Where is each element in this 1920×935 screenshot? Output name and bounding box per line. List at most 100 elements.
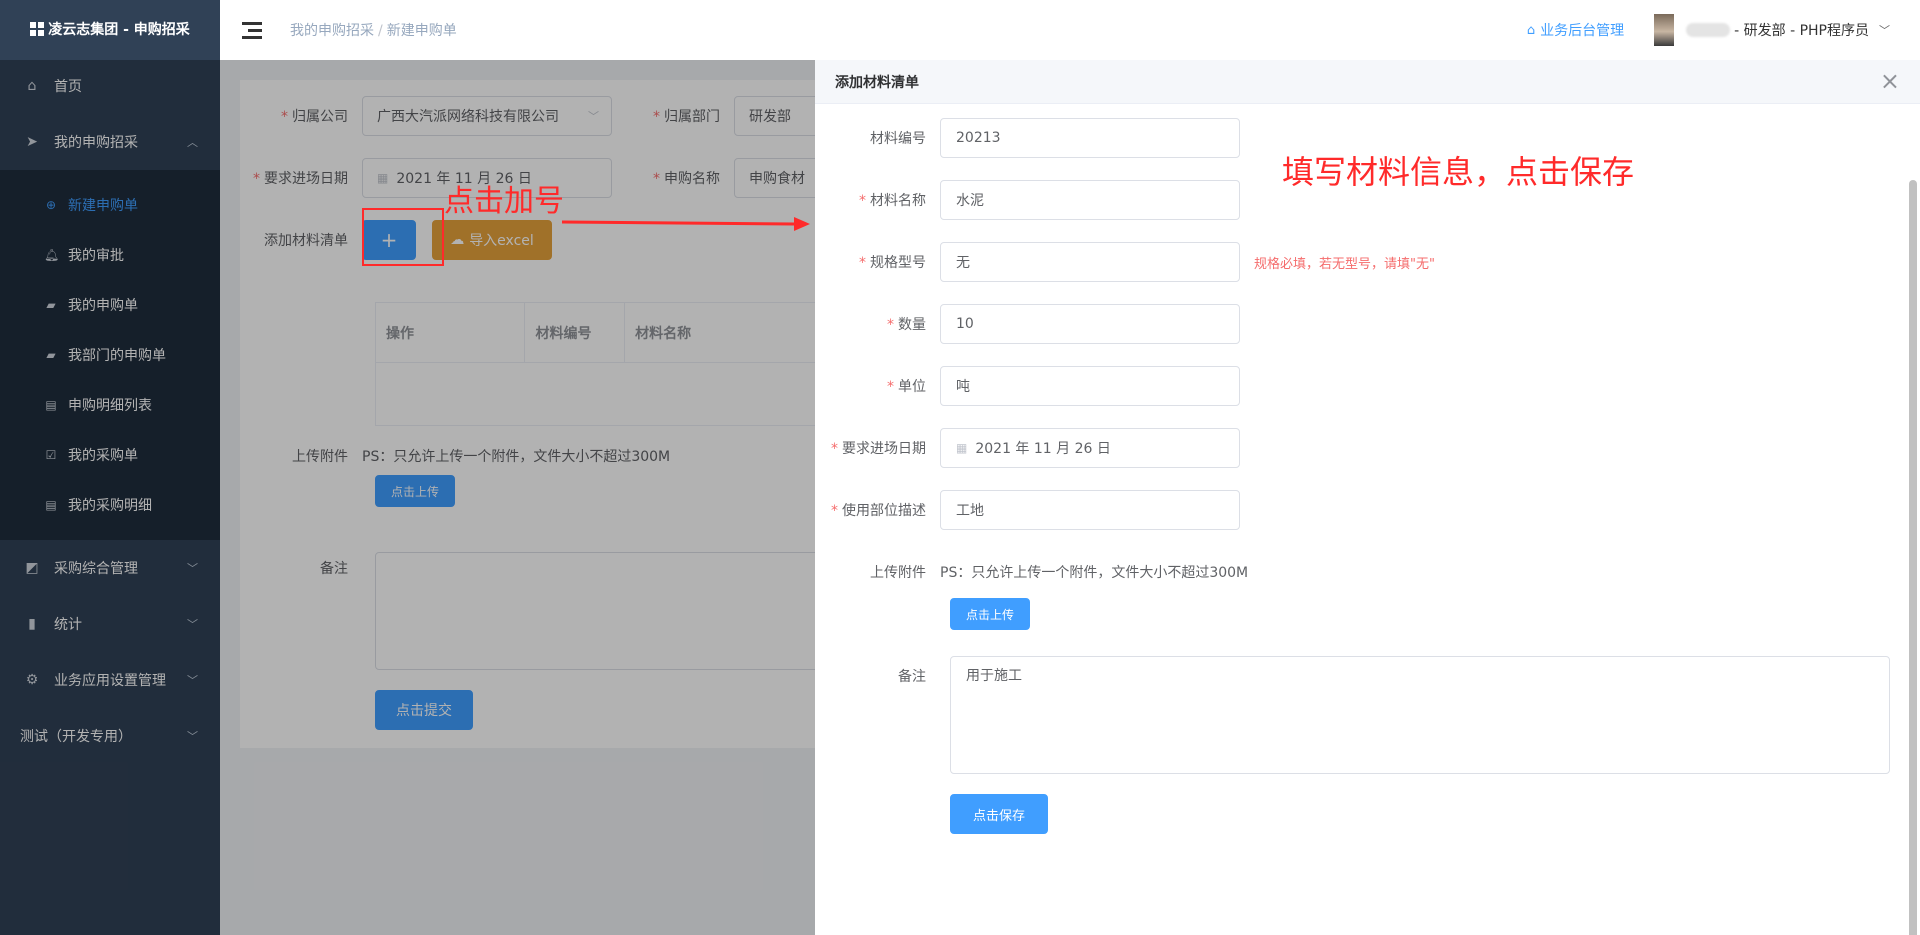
logo-icon — [30, 22, 45, 36]
sidebar-item-my-requests[interactable]: ▰ 我的申购单 — [0, 280, 220, 330]
quantity-row: * 数量 10 — [815, 304, 1240, 344]
material-code-label: 材料编号 — [870, 131, 926, 147]
annotation-fill-info: 填写材料信息，点击保存 — [1282, 153, 1635, 191]
home-icon: ⌂ — [27, 78, 37, 94]
user-menu[interactable]: - 研发部 - PHP程序员 ﹀ — [1686, 20, 1890, 40]
remark-row: 备注 — [240, 558, 362, 578]
drawer-upload-label: 上传附件 — [870, 565, 926, 581]
chevron-up-icon: ︿ — [187, 136, 198, 149]
spec-hint: 规格必填，若无型号，请填"无" — [1254, 256, 1435, 272]
breadcrumb: 我的申购招采 / 新建申购单 — [290, 23, 457, 39]
drawer-upload-button[interactable]: 点击上传 — [950, 598, 1030, 630]
sidebar-item-settings[interactable]: ⚙ 业务应用设置管理 ﹀ — [0, 652, 220, 708]
table-header-cell: 操作 — [376, 303, 526, 362]
home-icon: ⌂ — [1526, 22, 1536, 38]
import-excel-button[interactable]: ☁ 导入excel — [432, 220, 552, 260]
sidebar-item-my-approval[interactable]: 🔔︎ 我的审批 — [0, 230, 220, 280]
chevron-down-icon: ﹀ — [187, 730, 198, 743]
unit-row: * 单位 吨 — [815, 366, 1240, 406]
upload-row: 上传附件 PS：只允许上传一个附件，文件大小不超过300M — [240, 446, 670, 466]
material-code-input[interactable]: 20213 — [940, 118, 1240, 158]
chevron-down-icon: ﹀ — [588, 110, 599, 123]
sidebar: 凌云志集团 - 申购招采 ⌂ 首页 ➤ 我的申购招采 ︿ ⊕ 新建申购单 🔔︎ … — [0, 0, 220, 935]
chevron-down-icon: ﹀ — [187, 674, 198, 687]
material-code-row: 材料编号 20213 — [815, 118, 1240, 158]
quantity-input[interactable]: 10 — [940, 304, 1240, 344]
sidebar-item-my-purchase[interactable]: ➤ 我的申购招采 ︿ — [0, 114, 220, 170]
close-icon[interactable]: × — [1880, 68, 1900, 94]
sidebar-brand[interactable]: 凌云志集团 - 申购招采 — [0, 0, 220, 58]
bar-chart-icon: ▮ — [28, 616, 36, 632]
brand-title: 凌云志集团 - 申购招采 — [48, 22, 190, 38]
drawer-scrollbar[interactable] — [1909, 180, 1917, 935]
drawer-remark-label: 备注 — [898, 669, 926, 685]
sidebar-item-my-order-details[interactable]: ▤ 我的采购明细 — [0, 480, 220, 530]
table-header-cell: 材料编号 — [525, 303, 626, 362]
sidebar-item-test[interactable]: 测试（开发专用） ﹀ — [0, 708, 220, 764]
upload-label: 上传附件 — [292, 449, 348, 465]
drawer-remark-textarea[interactable]: 用于施工 — [950, 656, 1890, 774]
upload-note: PS：只允许上传一个附件，文件大小不超过300M — [362, 449, 671, 465]
bag-icon: ▰ — [46, 298, 56, 312]
unit-input[interactable]: 吨 — [940, 366, 1240, 406]
location-row: * 使用部位描述 工地 — [815, 490, 1240, 530]
spec-row: * 规格型号 无 规格必填，若无型号，请填"无" — [815, 242, 1435, 282]
gear-icon: ⚙ — [25, 672, 39, 688]
calendar-icon: ▦ — [377, 171, 389, 185]
chart-icon: ◩ — [25, 560, 39, 576]
hamburger-icon[interactable] — [242, 21, 262, 39]
header-right: ⌂ 业务后台管理 - 研发部 - PHP程序员 ﹀ — [1527, 0, 1890, 60]
location-input[interactable]: 工地 — [940, 490, 1240, 530]
chevron-down-icon: ﹀ — [1879, 24, 1890, 37]
save-button[interactable]: 点击保存 — [950, 794, 1048, 834]
drawer-remark-row: 备注 — [815, 666, 940, 686]
chevron-down-icon: ﹀ — [187, 618, 198, 631]
sidebar-item-my-orders[interactable]: ☑ 我的采购单 — [0, 430, 220, 480]
material-name-input[interactable]: 水泥 — [940, 180, 1240, 220]
materials-label: 添加材料清单 — [264, 233, 348, 249]
entry-date-label: 要求进场日期 — [842, 441, 926, 457]
company-select[interactable]: 广西大汽派网络科技有限公司 ﹀ — [362, 96, 612, 136]
spec-label: 规格型号 — [870, 255, 926, 271]
drawer-upload-row: 上传附件 PS：只允许上传一个附件，文件大小不超过300M — [815, 562, 1248, 582]
sidebar-item-stats[interactable]: ▮ 统计 ﹀ — [0, 596, 220, 652]
biz-admin-link[interactable]: ⌂ 业务后台管理 — [1527, 20, 1624, 40]
entry-date-picker[interactable]: ▦ 2021 年 11 月 26 日 — [940, 428, 1240, 468]
company-label: 归属公司 — [292, 109, 348, 125]
breadcrumb-item-current: 新建申购单 — [386, 23, 457, 39]
sidebar-item-purchase-mgmt[interactable]: ◩ 采购综合管理 ﹀ — [0, 540, 220, 596]
sidebar-item-home[interactable]: ⌂ 首页 — [0, 58, 220, 114]
material-name-row: * 材料名称 水泥 — [815, 180, 1240, 220]
unit-label: 单位 — [898, 379, 926, 395]
clipboard-icon: ▤ — [45, 498, 57, 512]
location-label: 使用部位描述 — [842, 503, 926, 519]
drawer-upload-note: PS：只允许上传一个附件，文件大小不超过300M — [940, 565, 1249, 581]
chevron-down-icon: ﹀ — [187, 562, 198, 575]
spec-input[interactable]: 无 — [940, 242, 1240, 282]
blurred-username — [1686, 23, 1731, 37]
sidebar-item-new-request[interactable]: ⊕ 新建申购单 — [0, 180, 220, 230]
bag-icon: ▰ — [46, 348, 56, 362]
submit-button[interactable]: 点击提交 — [375, 690, 473, 730]
quantity-label: 数量 — [898, 317, 926, 333]
entry-date-row: * 要求进场日期 ▦ 2021 年 11 月 26 日 — [815, 428, 1240, 468]
company-row: * 归属公司 广西大汽派网络科技有限公司 ﹀ — [240, 96, 612, 136]
annotation-highlight-box — [362, 208, 444, 266]
date-label: 要求进场日期 — [264, 171, 348, 187]
breadcrumb-item[interactable]: 我的申购招采 — [290, 23, 374, 39]
calendar-icon: ▦ — [956, 441, 968, 455]
sidebar-item-request-details[interactable]: ▤ 申购明细列表 — [0, 380, 220, 430]
upload-button[interactable]: 点击上传 — [375, 475, 455, 507]
name-label: 申购名称 — [664, 171, 720, 187]
clipboard-check-icon: ☑ — [45, 448, 57, 462]
dept-label: 归属部门 — [664, 109, 720, 125]
sidebar-item-dept-requests[interactable]: ▰ 我部门的申购单 — [0, 330, 220, 380]
send-icon: ➤ — [26, 134, 38, 150]
drawer-header: 添加材料清单 — [815, 60, 1920, 104]
annotation-arrow-icon — [562, 217, 810, 231]
annotation-click-plus: 点击加号 — [444, 184, 564, 219]
material-name-label: 材料名称 — [870, 193, 926, 209]
clipboard-icon: ▤ — [45, 398, 57, 412]
cloud-upload-icon: ☁ — [450, 232, 465, 248]
avatar[interactable] — [1654, 14, 1675, 46]
